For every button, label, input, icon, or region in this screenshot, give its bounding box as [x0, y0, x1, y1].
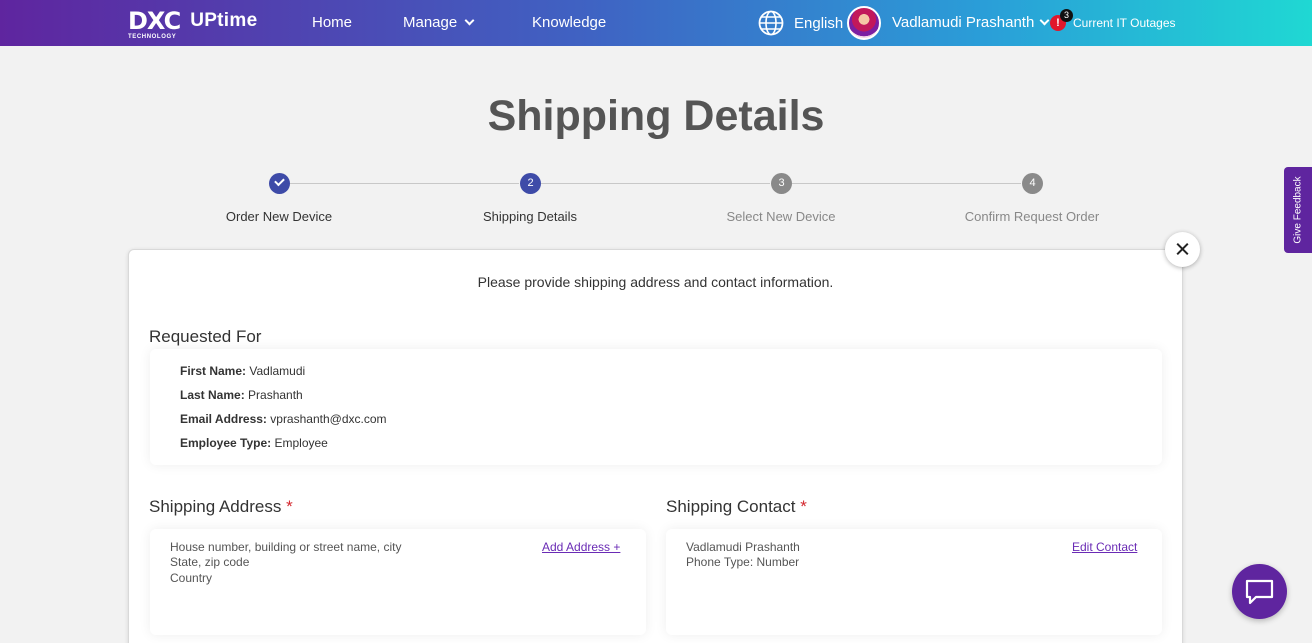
step-4-circle: 4	[1022, 173, 1043, 194]
step-2-circle: 2	[520, 173, 541, 194]
nav-manage[interactable]: Manage	[403, 14, 475, 31]
field-label: First Name:	[180, 364, 247, 378]
globe-icon[interactable]	[758, 10, 784, 36]
alert-count-badge: 3	[1060, 9, 1073, 22]
give-feedback-tab[interactable]: Give Feedback	[1284, 167, 1312, 253]
chevron-down-icon	[464, 15, 475, 26]
nav-manage-label: Manage	[403, 14, 458, 31]
email-row: Email Address: vprashanth@dxc.com	[180, 412, 387, 426]
address-line-1: House number, building or street name, c…	[170, 540, 402, 554]
close-button[interactable]	[1165, 232, 1200, 267]
shipping-contact-panel: Vadlamudi Prashanth Phone Type: Number E…	[666, 529, 1162, 635]
logo-subtitle: TECHNOLOGY	[128, 34, 177, 40]
field-label: Employee Type:	[180, 436, 272, 450]
nav-home[interactable]: Home	[312, 14, 352, 31]
instruction-text: Please provide shipping address and cont…	[477, 274, 834, 290]
chat-icon	[1245, 579, 1274, 605]
field-label: Last Name:	[180, 388, 245, 402]
nav-knowledge[interactable]: Knowledge	[532, 14, 606, 31]
page-title: Shipping Details	[487, 92, 825, 140]
shipping-address-label: Shipping Address	[149, 497, 282, 516]
shipping-contact-label: Shipping Contact	[666, 497, 796, 516]
language-selector[interactable]: English	[794, 15, 843, 32]
shipping-address-title: Shipping Address *	[149, 497, 293, 517]
dxc-uptime-logo[interactable]: DXC TECHNOLOGY UPtime	[128, 7, 258, 40]
required-mark: *	[286, 497, 293, 516]
employee-type-value: Employee	[274, 436, 328, 450]
required-mark: *	[800, 497, 807, 516]
contact-name: Vadlamudi Prashanth	[686, 540, 800, 554]
logo-mark: DXC	[128, 7, 181, 35]
requested-for-title: Requested For	[149, 327, 262, 346]
checkmark-icon	[274, 175, 285, 187]
add-address-link[interactable]: Add Address +	[542, 540, 620, 554]
shipping-details-card: Please provide shipping address and cont…	[128, 249, 1183, 643]
requested-for-panel: First Name: Vadlamudi Last Name: Prashan…	[150, 349, 1162, 465]
chat-button[interactable]	[1232, 564, 1287, 619]
logo-product-name: UPtime	[190, 10, 258, 31]
user-name-label: Vadlamudi Prashanth	[892, 14, 1035, 31]
email-value: vprashanth@dxc.com	[270, 412, 387, 426]
first-name-row: First Name: Vadlamudi	[180, 364, 305, 378]
step-connector	[541, 183, 770, 184]
last-name-row: Last Name: Prashanth	[180, 388, 303, 402]
last-name-value: Prashanth	[248, 388, 303, 402]
contact-phone-type: Phone Type: Number	[686, 555, 800, 569]
step-1-label: Order New Device	[225, 209, 333, 224]
step-connector	[792, 183, 1021, 184]
current-it-outages-link[interactable]: Current IT Outages	[1073, 16, 1176, 30]
address-line-3: Country	[170, 571, 213, 585]
step-4-label: Confirm Request Order	[964, 209, 1100, 224]
employee-type-row: Employee Type: Employee	[180, 436, 328, 450]
give-feedback-label: Give Feedback	[1292, 176, 1304, 244]
step-3-circle: 3	[771, 173, 792, 194]
step-3-label: Select New Device	[726, 209, 836, 224]
edit-contact-link[interactable]: Edit Contact	[1072, 540, 1137, 554]
user-menu[interactable]: Vadlamudi Prashanth	[892, 14, 1050, 31]
step-1-check	[269, 173, 290, 194]
user-avatar[interactable]	[847, 6, 881, 40]
address-line-2: State, zip code	[170, 555, 250, 569]
top-navigation-bar: DXC TECHNOLOGY UPtime Home Manage Knowle…	[0, 0, 1312, 46]
field-label: Email Address:	[180, 412, 267, 426]
shipping-address-panel: House number, building or street name, c…	[150, 529, 646, 635]
first-name-value: Vadlamudi	[249, 364, 306, 378]
step-2-label: Shipping Details	[483, 209, 577, 224]
shipping-contact-title: Shipping Contact *	[666, 497, 807, 517]
step-connector	[290, 183, 519, 184]
chevron-down-icon	[1039, 15, 1050, 26]
